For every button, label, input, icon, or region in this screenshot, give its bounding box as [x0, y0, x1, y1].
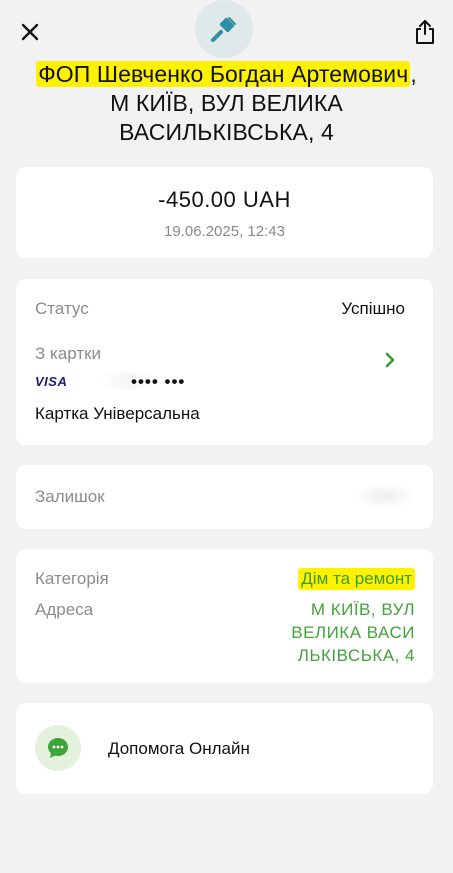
balance-label: Залишок [35, 487, 105, 506]
help-online-button[interactable]: Допомога Онлайн [16, 703, 433, 794]
details-card: Категорія Дім та ремонт Адреса М КИЇВ, В… [16, 549, 433, 683]
close-icon [21, 23, 39, 41]
merchant-address-line2: ВАСИЛЬКІВСЬКА, 4 [119, 119, 334, 145]
card-name: Картка Універсальна [35, 404, 200, 423]
top-bar [0, 0, 453, 62]
category-value[interactable]: Дім та ремонт [298, 568, 415, 590]
category-label: Категорія [35, 569, 109, 588]
chevron-right-icon [385, 352, 395, 368]
paint-brush-icon [211, 17, 236, 42]
address-value[interactable]: М КИЇВ, ВУЛ ВЕЛИКА ВАСИ ЛЬКІВСЬКА, 4 [291, 598, 415, 667]
close-button[interactable] [16, 18, 44, 46]
address-line: ЛЬКІВСЬКА, 4 [297, 646, 415, 665]
address-line: М КИЇВ, ВУЛ [310, 600, 415, 619]
share-button[interactable] [410, 16, 440, 48]
address-line: ВЕЛИКА ВАСИ [291, 623, 415, 642]
status-label: Статус [35, 299, 89, 318]
merchant-title: ФОП Шевченко Богдан Артемович, М КИЇВ, В… [10, 60, 443, 147]
share-icon [416, 20, 434, 44]
transaction-datetime: 19.06.2025, 12:43 [164, 223, 285, 240]
status-value: Успішно [341, 299, 405, 318]
help-icon-wrap [35, 725, 81, 771]
visa-logo: VISA [35, 374, 68, 389]
help-label: Допомога Онлайн [108, 739, 250, 758]
transaction-amount: -450.00 UAH [158, 187, 291, 212]
card-masked-number: •••• ••• [131, 372, 186, 391]
status-card: Статус Успішно З картки VISA •••• ••• Ка… [16, 279, 433, 445]
card-details-chevron[interactable] [380, 349, 400, 371]
balance-card: Залишок [16, 465, 433, 529]
address-label: Адреса [35, 600, 94, 619]
merchant-address-line1: М КИЇВ, ВУЛ ВЕЛИКА [110, 90, 343, 116]
merchant-category-icon [195, 0, 253, 58]
from-card-label: З картки [35, 344, 102, 363]
chat-bubble-icon [48, 738, 68, 758]
merchant-name: ФОП Шевченко Богдан Артемович [36, 61, 411, 87]
amount-card: -450.00 UAH 19.06.2025, 12:43 [16, 167, 433, 258]
blurred-balance-value [355, 483, 415, 509]
